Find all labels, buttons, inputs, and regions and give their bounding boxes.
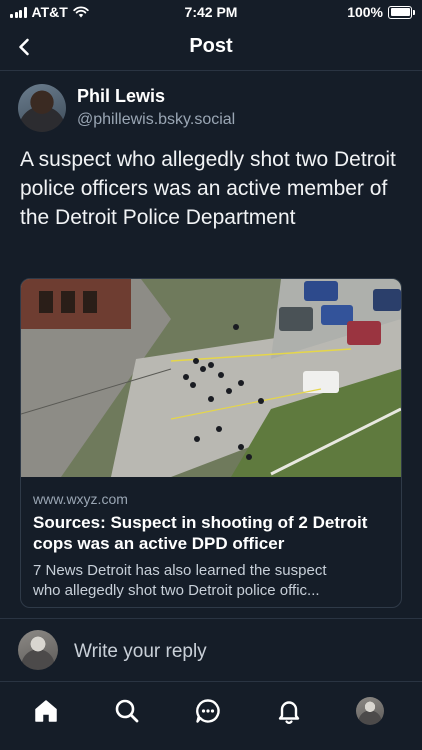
reply-input[interactable]: Write your reply: [74, 641, 207, 663]
battery-percent: 100%: [347, 4, 383, 20]
post-author: Phil Lewis @phillewis.bsky.social: [18, 84, 408, 136]
status-right: 100%: [347, 4, 415, 20]
author-handle[interactable]: @phillewis.bsky.social: [77, 111, 235, 129]
header: Post: [0, 24, 422, 71]
card-description: 7 News Detroit has also learned the susp…: [33, 561, 389, 601]
tab-bar: [0, 682, 422, 750]
tab-notifications[interactable]: [272, 694, 306, 728]
card-domain: www.wxyz.com: [33, 491, 128, 507]
tab-chat[interactable]: [191, 694, 225, 728]
tab-home[interactable]: [29, 694, 63, 728]
tab-profile[interactable]: [353, 694, 387, 728]
chat-icon: [196, 699, 220, 723]
card-description-line: who allegedly shot two Detroit police of…: [33, 582, 320, 599]
card-thumbnail-image: [21, 279, 401, 477]
status-bar: AT&T 7:42 PM 100%: [0, 0, 422, 24]
author-name[interactable]: Phil Lewis: [77, 86, 165, 107]
avatar: [18, 630, 58, 670]
card-title: Sources: Suspect in shooting of 2 Detroi…: [33, 513, 368, 553]
battery-icon: [388, 5, 415, 19]
post-text: A suspect who allegedly shot two Detroit…: [20, 148, 396, 229]
avatar[interactable]: [18, 84, 66, 132]
page-title: Post: [189, 35, 233, 57]
tab-search[interactable]: [110, 694, 144, 728]
search-icon: [115, 699, 139, 723]
profile-avatar: [356, 697, 384, 725]
home-icon: [35, 700, 57, 722]
link-card[interactable]: www.wxyz.com Sources: Suspect in shootin…: [20, 278, 402, 608]
bell-icon: [278, 701, 300, 724]
card-description-line: 7 News Detroit has also learned the susp…: [33, 562, 327, 579]
reply-composer[interactable]: Write your reply: [0, 618, 422, 682]
